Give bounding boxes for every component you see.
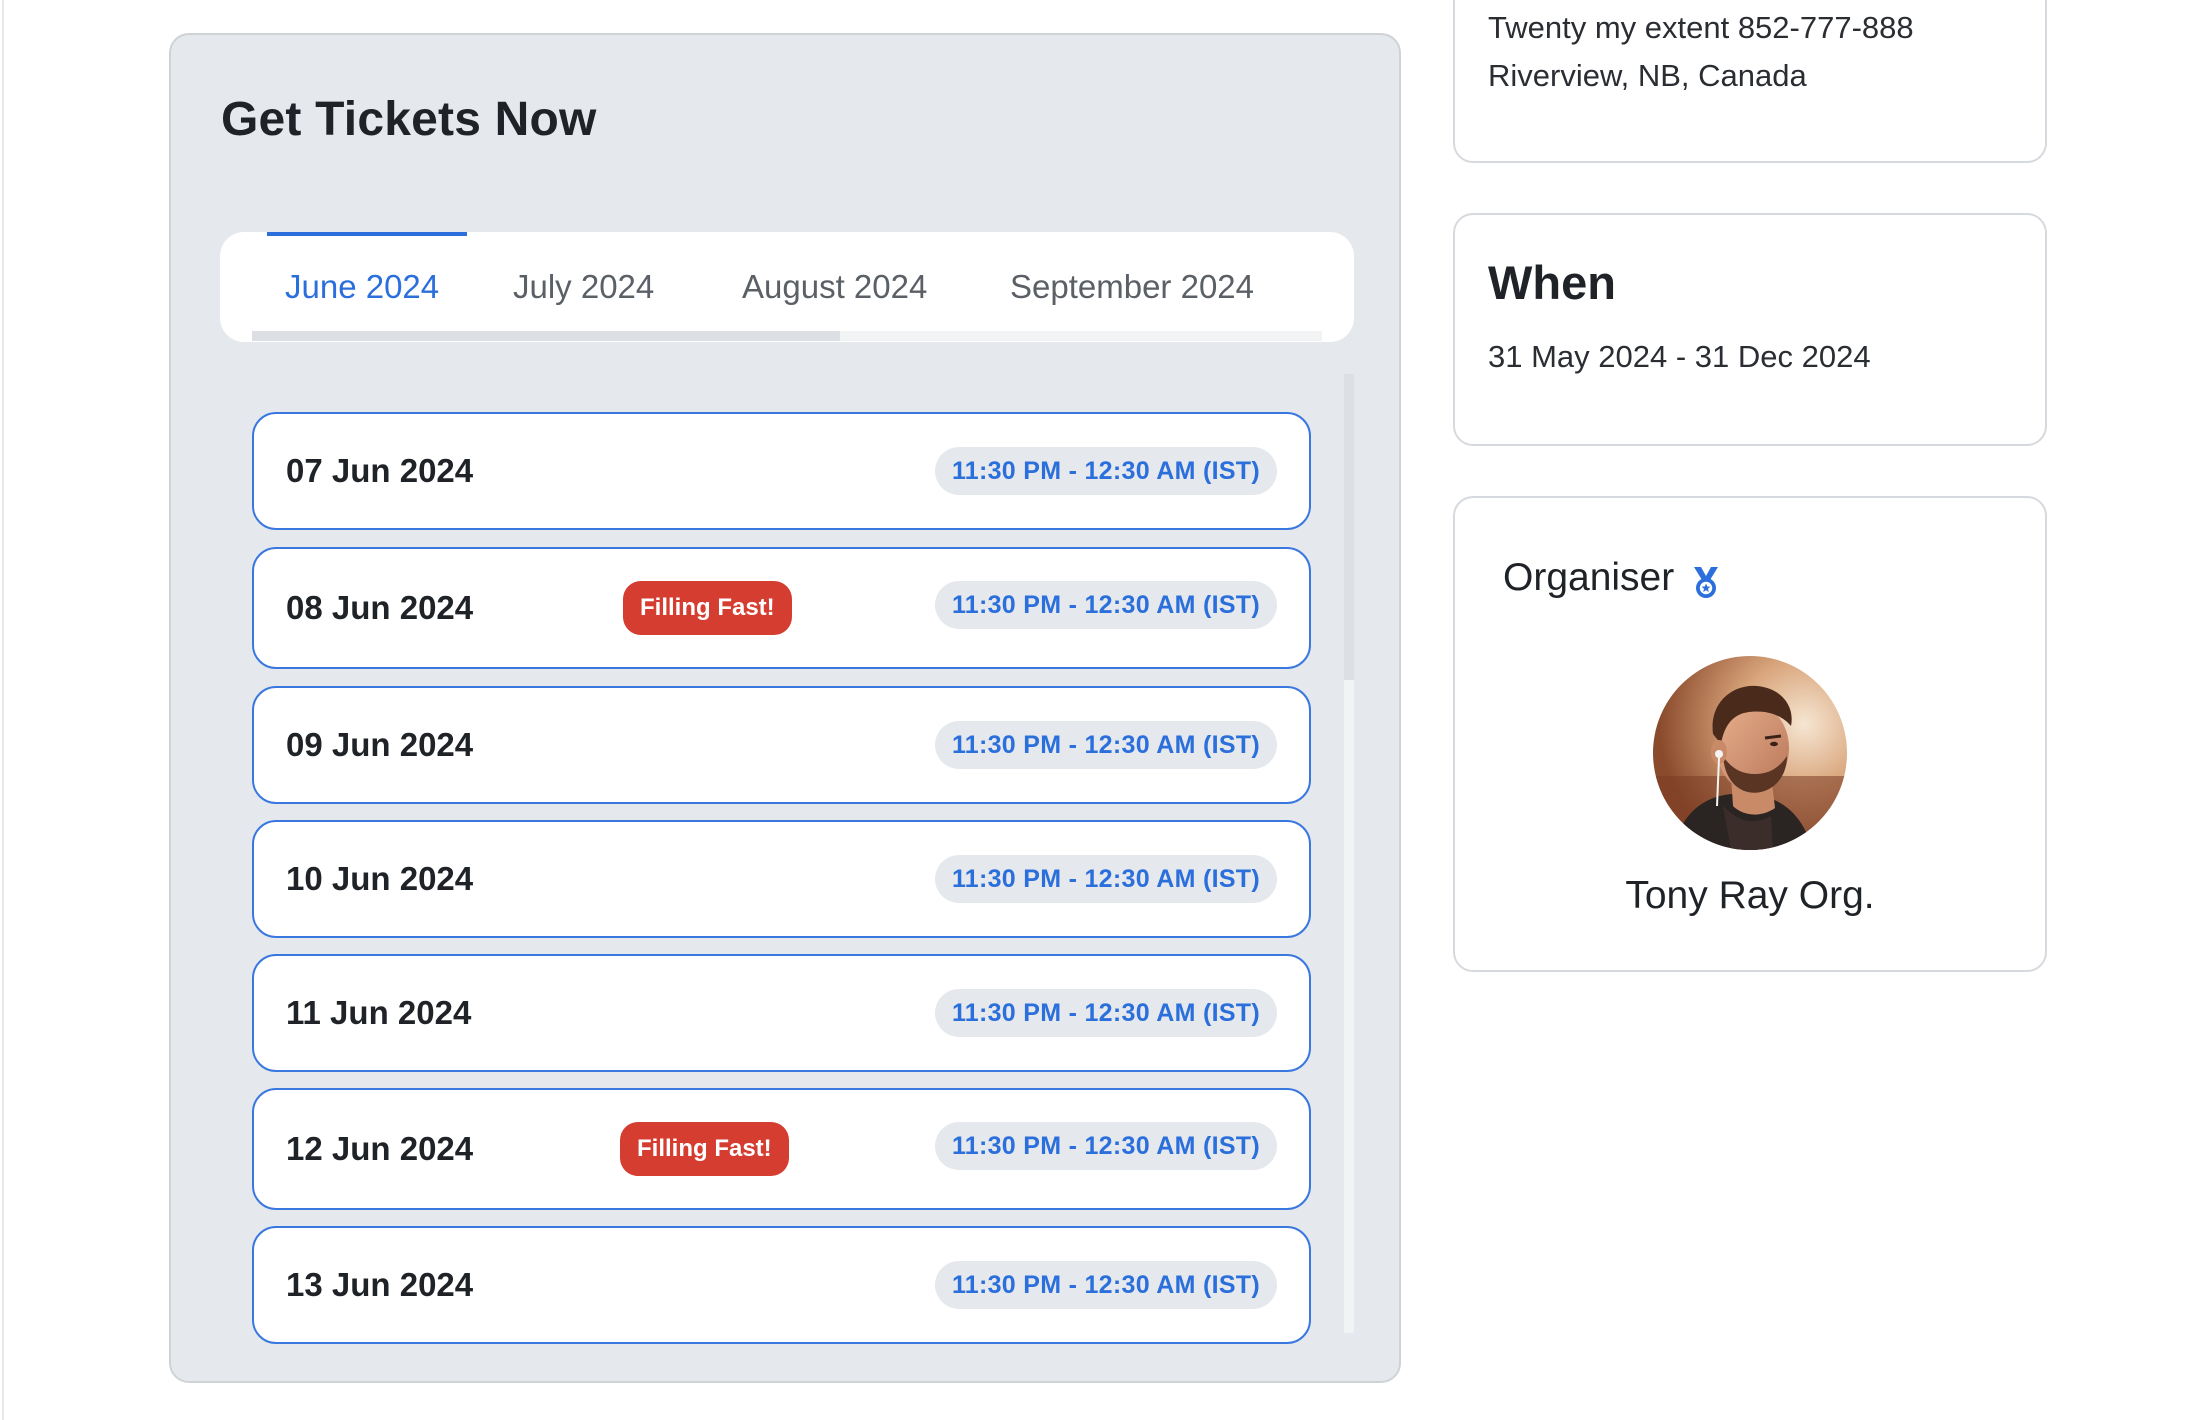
tickets-card: Get Tickets Now June 2024 July 2024 Augu… [169, 33, 1401, 1383]
time-range-pill: 11:30 PM - 12:30 AM (IST) [934, 447, 1277, 495]
filling-fast-badge: Filling Fast! [623, 581, 792, 635]
page: Get Tickets Now June 2024 July 2024 Augu… [0, 0, 2204, 1420]
tickets-title: Get Tickets Now [221, 93, 597, 146]
time-range-pill: 11:30 PM - 12:30 AM (IST) [934, 581, 1277, 629]
tab-august-2024[interactable]: August 2024 [742, 268, 927, 306]
date-label: 11 Jun 2024 [286, 994, 472, 1031]
medal-icon [1694, 567, 1718, 598]
date-list-scroll-thumb[interactable] [1344, 374, 1354, 680]
address-card: Twenty my extent 852-777-888 Riverview, … [1453, 0, 2047, 163]
organiser-name: Tony Ray Org. [1625, 874, 1875, 917]
date-row-11-jun[interactable]: 11 Jun 2024 11:30 PM - 12:30 AM (IST) [252, 954, 1311, 1072]
date-row-10-jun[interactable]: 10 Jun 2024 11:30 PM - 12:30 AM (IST) [252, 820, 1311, 938]
tab-july-2024[interactable]: July 2024 [513, 268, 654, 306]
date-label: 07 Jun 2024 [286, 452, 474, 489]
date-row-12-jun[interactable]: 12 Jun 2024 Filling Fast! 11:30 PM - 12:… [252, 1088, 1311, 1210]
time-range-pill: 11:30 PM - 12:30 AM (IST) [934, 989, 1277, 1037]
date-row-08-jun[interactable]: 08 Jun 2024 Filling Fast! 11:30 PM - 12:… [252, 547, 1311, 669]
when-title: When [1488, 256, 1616, 309]
time-range-pill: 11:30 PM - 12:30 AM (IST) [934, 1122, 1277, 1170]
organiser-avatar[interactable] [1653, 656, 1847, 850]
date-label: 10 Jun 2024 [286, 860, 474, 897]
event-date-range: 31 May 2024 - 31 Dec 2024 [1488, 339, 1871, 374]
filling-fast-badge: Filling Fast! [620, 1122, 789, 1176]
address-line-1: Twenty my extent 852-777-888 [1488, 10, 1914, 45]
time-range-pill: 11:30 PM - 12:30 AM (IST) [934, 855, 1277, 903]
avatar-photo [1653, 656, 1847, 850]
date-label: 08 Jun 2024 [286, 589, 474, 626]
tabs-horizontal-scrollbar[interactable] [252, 331, 1322, 341]
active-tab-indicator [267, 232, 467, 236]
date-label: 13 Jun 2024 [286, 1266, 474, 1303]
time-range-pill: 11:30 PM - 12:30 AM (IST) [934, 721, 1277, 769]
address-line-2: Riverview, NB, Canada [1488, 58, 1807, 93]
month-tabs: June 2024 July 2024 August 2024 Septembe… [220, 232, 1354, 342]
time-range-pill: 11:30 PM - 12:30 AM (IST) [934, 1261, 1277, 1309]
date-list-scrollbar[interactable] [1344, 374, 1354, 1333]
date-row-09-jun[interactable]: 09 Jun 2024 11:30 PM - 12:30 AM (IST) [252, 686, 1311, 804]
date-label: 12 Jun 2024 [286, 1130, 474, 1167]
tabs-scroll-thumb[interactable] [252, 331, 840, 341]
tab-june-2024[interactable]: June 2024 [285, 268, 439, 306]
date-row-13-jun[interactable]: 13 Jun 2024 11:30 PM - 12:30 AM (IST) [252, 1226, 1311, 1344]
organiser-card: Organiser Tony Ray Org. [1453, 496, 2047, 972]
date-label: 09 Jun 2024 [286, 726, 474, 763]
when-card: When 31 May 2024 - 31 Dec 2024 [1453, 213, 2047, 446]
organiser-title: Organiser [1503, 556, 1675, 599]
page-left-border [2, 0, 4, 1420]
tab-september-2024[interactable]: September 2024 [1010, 268, 1254, 306]
date-row-07-jun[interactable]: 07 Jun 2024 11:30 PM - 12:30 AM (IST) [252, 412, 1311, 530]
